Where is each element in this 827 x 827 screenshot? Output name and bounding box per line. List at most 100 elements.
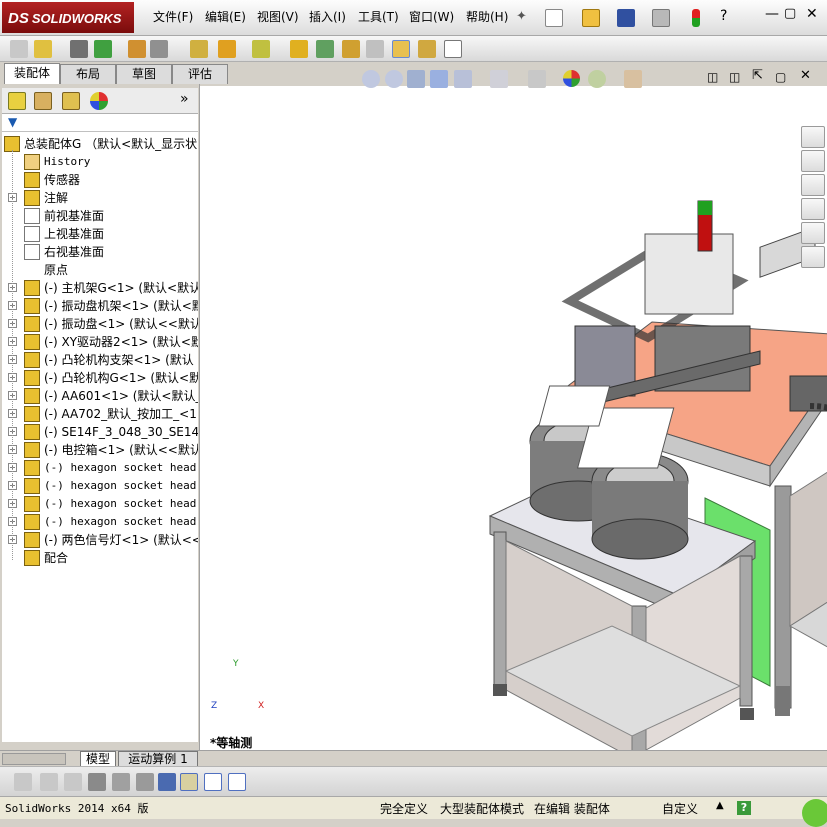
- tab-model[interactable]: 模型: [80, 751, 116, 767]
- chart-icon[interactable]: [158, 773, 176, 791]
- tree-item[interactable]: + (-) hexagon socket head c: [2, 459, 198, 477]
- tree-item[interactable]: History: [2, 153, 198, 171]
- property-manager-tab-icon[interactable]: [34, 92, 52, 110]
- reference-geometry-icon[interactable]: [252, 40, 270, 58]
- tree-item[interactable]: 原点: [2, 261, 198, 279]
- viewport-minimize-icon[interactable]: ▢: [775, 70, 786, 84]
- hide-show-items-icon[interactable]: [528, 70, 546, 88]
- task-pane-appearances-icon[interactable]: [801, 222, 825, 244]
- tree-item[interactable]: + (-) 凸轮机构G<1> (默认<默: [2, 369, 198, 387]
- filter-icon[interactable]: ▼: [8, 115, 17, 129]
- menu-file[interactable]: 文件(F): [153, 8, 193, 25]
- menu-window[interactable]: 窗口(W): [409, 8, 454, 25]
- tree-item[interactable]: + (-) 振动盘机架<1> (默认<默: [2, 297, 198, 315]
- display-style-icon[interactable]: [490, 70, 508, 88]
- tab-sketch[interactable]: 草图: [116, 64, 172, 84]
- viewport-close-icon[interactable]: ✕: [800, 68, 811, 83]
- four-view-icon[interactable]: [228, 773, 246, 791]
- status-large-assembly-mode[interactable]: 大型装配体模式: [440, 800, 524, 817]
- insert-component-icon[interactable]: [34, 40, 52, 58]
- tree-item[interactable]: + 注解: [2, 189, 198, 207]
- show-hidden-icon[interactable]: [190, 40, 208, 58]
- print-icon[interactable]: [652, 9, 670, 27]
- tree-item[interactable]: + (-) XY驱动器2<1> (默认<默: [2, 333, 198, 351]
- linear-pattern-icon[interactable]: [94, 40, 112, 58]
- status-units[interactable]: 自定义: [662, 800, 698, 817]
- move-component-icon[interactable]: [150, 40, 168, 58]
- grid-view-icon[interactable]: [112, 773, 130, 791]
- view-orientation-icon[interactable]: [454, 70, 472, 88]
- menu-view[interactable]: 视图(V): [257, 8, 299, 25]
- list-view-icon[interactable]: [88, 773, 106, 791]
- align-icon[interactable]: [136, 773, 154, 791]
- zoom-to-area-icon[interactable]: [385, 70, 403, 88]
- tree-root[interactable]: 总装配体G （默认<默认_显示状: [2, 135, 198, 153]
- help-icon[interactable]: ?: [720, 8, 727, 24]
- horizontal-scrollbar[interactable]: [2, 753, 66, 765]
- tree-item[interactable]: + (-) hexagon socket head c: [2, 477, 198, 495]
- view-settings-icon[interactable]: [624, 70, 642, 88]
- new-document-icon[interactable]: [545, 9, 563, 27]
- open-icon[interactable]: [582, 9, 600, 27]
- tree-item[interactable]: + (-) hexagon socket head c: [2, 513, 198, 531]
- solidworks-logo[interactable]: DS SOLIDWORKS: [2, 2, 134, 33]
- tree-item[interactable]: + (-) 凸轮机构支架<1> (默认: [2, 351, 198, 369]
- tree-item[interactable]: + (-) 主机架G<1> (默认<默认_: [2, 279, 198, 297]
- tree-item[interactable]: + (-) AA702_默认_按加工_<1>: [2, 405, 198, 423]
- section-view-icon[interactable]: [430, 70, 448, 88]
- tree-item[interactable]: 右视基准面: [2, 243, 198, 261]
- explode-line-icon[interactable]: [366, 40, 384, 58]
- help-status-icon[interactable]: ?: [737, 801, 751, 815]
- smart-fasteners-icon[interactable]: [128, 40, 146, 58]
- feature-tree-tab-icon[interactable]: [8, 92, 26, 110]
- two-view-icon[interactable]: [204, 773, 222, 791]
- task-pane-view-palette-icon[interactable]: [801, 198, 825, 220]
- tree-item[interactable]: + (-) 电控箱<1> (默认<<默认: [2, 441, 198, 459]
- tree-item[interactable]: 前视基准面: [2, 207, 198, 225]
- render-tools-icon[interactable]: [14, 773, 32, 791]
- single-view-icon[interactable]: [180, 773, 198, 791]
- exploded-view-icon[interactable]: [342, 40, 360, 58]
- tab-evaluate[interactable]: 评估: [172, 64, 228, 84]
- graphics-area[interactable]: [200, 86, 827, 750]
- previous-view-icon[interactable]: [407, 70, 425, 88]
- restore-icon[interactable]: ▢: [784, 6, 796, 21]
- edit-appearance-icon[interactable]: [563, 70, 580, 87]
- tree-item[interactable]: 上视基准面: [2, 225, 198, 243]
- display-manager-tab-icon[interactable]: [90, 92, 108, 110]
- tree-item[interactable]: 配合: [2, 549, 198, 567]
- rebuild-icon[interactable]: [692, 9, 700, 27]
- task-pane-solidworks-resources-icon[interactable]: [801, 126, 825, 148]
- task-pane-design-library-icon[interactable]: [801, 150, 825, 172]
- bill-of-materials-icon[interactable]: [316, 40, 334, 58]
- save-icon[interactable]: [617, 9, 635, 27]
- tree-item[interactable]: + (-) SE14F_3_048_30_SE14F-: [2, 423, 198, 441]
- apply-scene-icon[interactable]: [588, 70, 606, 88]
- minimize-icon[interactable]: —: [765, 6, 779, 22]
- menu-help[interactable]: 帮助(H): [466, 8, 508, 25]
- units-dropdown-icon[interactable]: ▲: [716, 800, 724, 811]
- filter-row[interactable]: ▼: [2, 114, 198, 132]
- zoom-to-fit-icon[interactable]: [362, 70, 380, 88]
- tab-layout[interactable]: 布局: [60, 64, 116, 84]
- viewport-tile-icon[interactable]: ◫: [707, 70, 718, 84]
- menu-insert[interactable]: 插入(I): [309, 8, 346, 25]
- task-pane-file-explorer-icon[interactable]: [801, 174, 825, 196]
- new-motion-study-icon[interactable]: [290, 40, 308, 58]
- pin-icon[interactable]: ✦: [516, 9, 527, 24]
- expand-panel-icon[interactable]: »: [180, 91, 189, 107]
- menu-tools[interactable]: 工具(T): [358, 8, 399, 25]
- photoview-icon[interactable]: [40, 773, 58, 791]
- assembly-features-icon[interactable]: [218, 40, 236, 58]
- task-pane-custom-properties-icon[interactable]: [801, 246, 825, 268]
- instant3d-icon[interactable]: [392, 40, 410, 58]
- close-icon[interactable]: ✕: [806, 6, 818, 22]
- menu-edit[interactable]: 编辑(E): [205, 8, 246, 25]
- take-snapshot-icon[interactable]: [444, 40, 462, 58]
- notification-badge-icon[interactable]: [802, 799, 827, 827]
- tree-item[interactable]: 传感器: [2, 171, 198, 189]
- tree-item[interactable]: + (-) hexagon socket head c: [2, 495, 198, 513]
- configuration-manager-tab-icon[interactable]: [62, 92, 80, 110]
- speedpak-icon[interactable]: [418, 40, 436, 58]
- tab-assembly[interactable]: 装配体: [4, 63, 60, 84]
